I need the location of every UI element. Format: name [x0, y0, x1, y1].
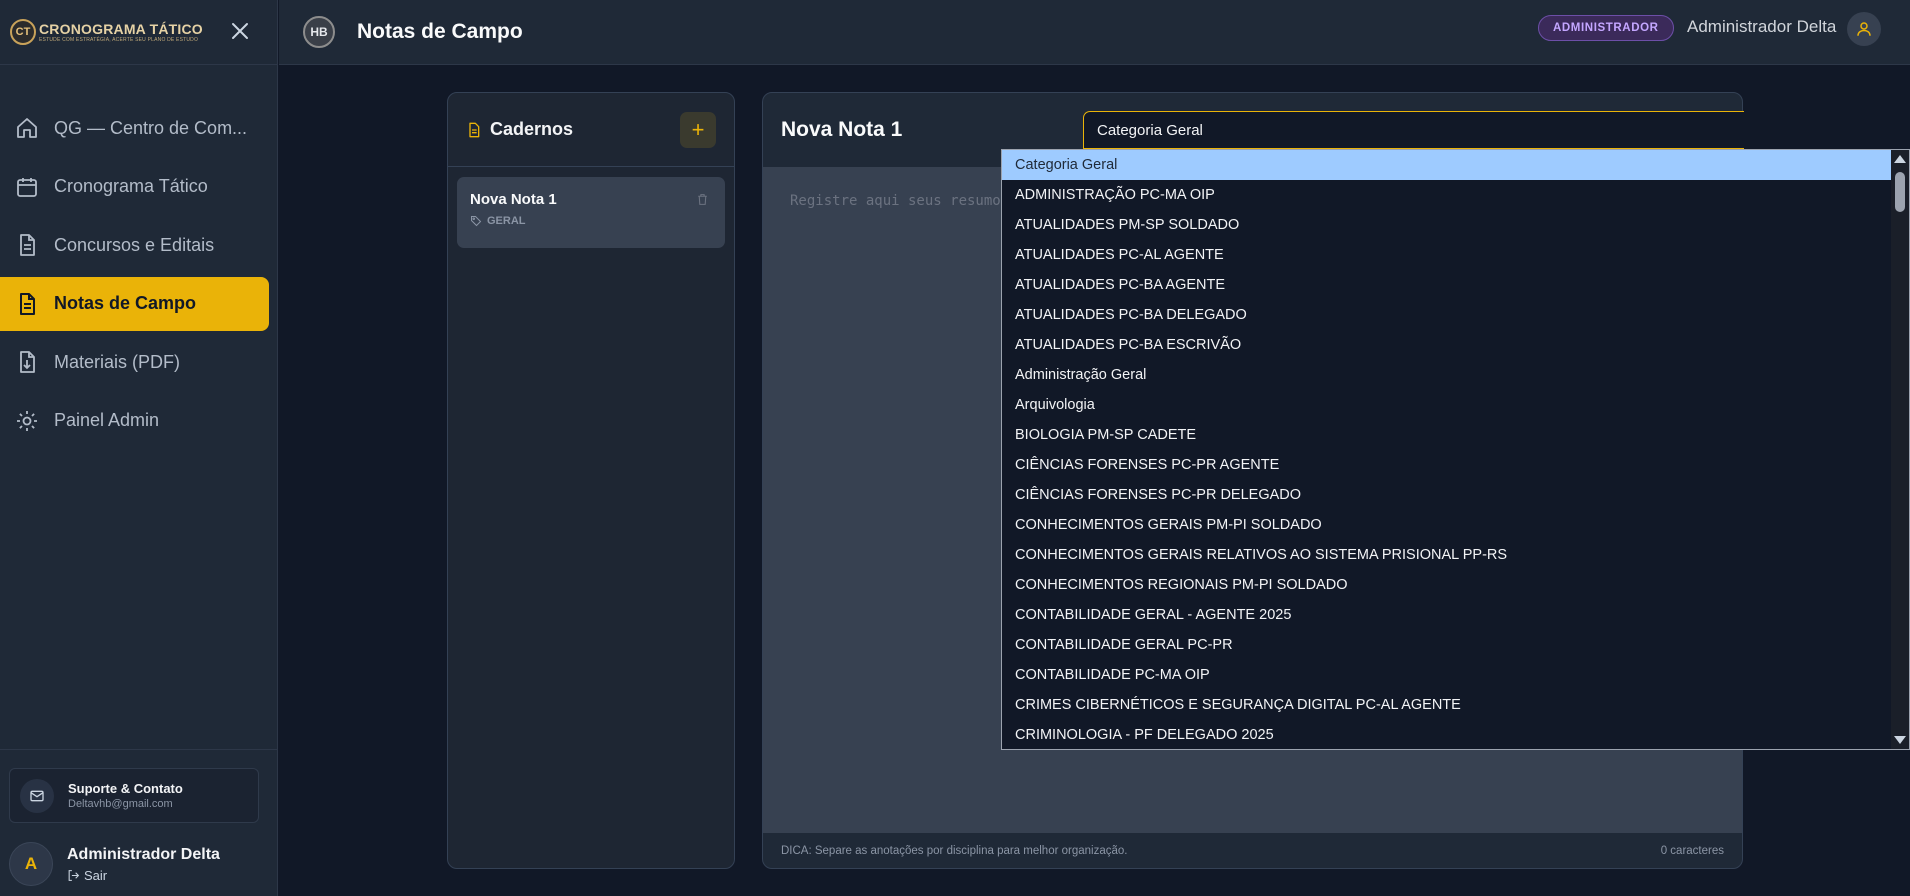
- support-title: Suporte & Contato: [68, 781, 183, 796]
- sidebar-item-label: QG — Centro de Com...: [54, 117, 248, 138]
- sidebar: CT CRONOGRAMA TÁTICO ESTUDE COM ESTRATÉG…: [0, 0, 278, 896]
- logout-button[interactable]: Sair: [67, 868, 220, 883]
- editor-footer: DICA: Separe as anotações por disciplina…: [763, 833, 1742, 868]
- dropdown-option[interactable]: ATUALIDADES PM-SP SOLDADO: [1002, 210, 1892, 240]
- close-icon: [232, 23, 248, 39]
- dropdown-option[interactable]: ATUALIDADES PC-BA ESCRIVÃO: [1002, 330, 1892, 360]
- close-sidebar-button[interactable]: [227, 18, 253, 44]
- dropdown-option[interactable]: ADMINISTRAÇÃO PC-MA OIP: [1002, 180, 1892, 210]
- scrollbar[interactable]: [1891, 150, 1909, 749]
- user-menu-button[interactable]: [1847, 12, 1881, 46]
- support-email: Deltavhb@gmail.com: [68, 798, 173, 810]
- dropdown-option[interactable]: Administração Geral: [1002, 360, 1892, 390]
- dropdown-option[interactable]: CIÊNCIAS FORENSES PC-PR AGENTE: [1002, 450, 1892, 480]
- sidebar-item-notas[interactable]: Notas de Campo: [0, 276, 269, 331]
- sidebar-item-label: Notas de Campo: [54, 293, 197, 313]
- page-title: Notas de Campo: [357, 20, 523, 43]
- category-select[interactable]: Categoria Geral: [1083, 111, 1744, 149]
- dropdown-option[interactable]: ATUALIDADES PC-BA DELEGADO: [1002, 300, 1892, 330]
- sidebar-item-admin[interactable]: Painel Admin: [0, 394, 269, 448]
- sidebar-item-label: Materiais (PDF): [54, 351, 181, 372]
- note-title: Nova Nota 1: [470, 191, 557, 208]
- document-icon: [14, 291, 40, 317]
- char-count: 0 caracteres: [1660, 844, 1724, 857]
- user-icon: [1857, 22, 1871, 36]
- dropdown-option[interactable]: BIOLOGIA PM-SP CADETE: [1002, 420, 1892, 450]
- header-logo: HB: [303, 16, 335, 48]
- sidebar-user: A Administrador Delta Sair: [9, 842, 220, 886]
- gear-icon: [14, 408, 40, 434]
- file-download-icon: [14, 349, 40, 375]
- sidebar-item-label: Cronograma Tático: [54, 176, 208, 196]
- dropdown-option[interactable]: CONTABILIDADE GERAL PC-PR: [1002, 630, 1892, 660]
- brand-logo: CT: [10, 19, 36, 45]
- logout-label: Sair: [84, 867, 108, 883]
- note-title-input[interactable]: Nova Nota 1: [781, 118, 902, 142]
- brand-title: CRONOGRAMA TÁTICO: [39, 21, 203, 37]
- header-user-name: Administrador Delta: [1687, 17, 1837, 36]
- notebook-icon: [469, 122, 480, 137]
- sidebar-item-label: Concursos e Editais: [54, 234, 215, 255]
- add-notebook-button[interactable]: +: [680, 112, 716, 148]
- home-icon: [14, 115, 40, 141]
- sidebar-item-concursos[interactable]: Concursos e Editais: [0, 218, 269, 272]
- dropdown-option[interactable]: CONTABILIDADE PC-MA OIP: [1002, 660, 1892, 690]
- notebooks-title: Cadernos: [490, 119, 574, 139]
- scroll-up-icon[interactable]: [1894, 155, 1906, 163]
- dropdown-option[interactable]: CRIMINOLOGIA - PF DELEGADO 2025: [1002, 720, 1892, 749]
- dropdown-option[interactable]: CRIMES CIBERNÉTICOS E SEGURANÇA DIGITAL …: [1002, 690, 1892, 720]
- sidebar-divider: [0, 749, 278, 750]
- delete-note-button[interactable]: [696, 193, 709, 211]
- dropdown-option[interactable]: Categoria Geral: [1002, 150, 1892, 180]
- mail-icon: [20, 778, 54, 813]
- sidebar-nav: QG — Centro de Com... Cronograma Tático …: [0, 65, 277, 448]
- category-dropdown-list: Categoria Geral ADMINISTRAÇÃO PC-MA OIP AT…: [1001, 149, 1910, 750]
- dropdown-option[interactable]: ATUALIDADES PC-AL AGENTE: [1002, 240, 1892, 270]
- tag-icon: [471, 216, 482, 227]
- tip-text: DICA: Separe as anotações por disciplina…: [781, 844, 1128, 857]
- trash-icon: [698, 194, 707, 205]
- dropdown-option[interactable]: ATUALIDADES PC-BA AGENTE: [1002, 270, 1892, 300]
- user-name: Administrador Delta: [67, 845, 220, 863]
- logout-icon: [68, 869, 80, 881]
- brand-subtitle: ESTUDE COM ESTRATÉGIA, ACERTE SEU PLANO …: [39, 37, 199, 43]
- sidebar-item-qg[interactable]: QG — Centro de Com...: [0, 101, 269, 155]
- document-icon: [14, 232, 40, 258]
- notebooks-panel: Cadernos + Nova Nota 1 GERAL: [447, 92, 735, 869]
- scrollbar-thumb[interactable]: [1895, 172, 1905, 212]
- note-tag: GERAL: [470, 215, 712, 227]
- notebooks-header: Cadernos +: [448, 93, 734, 167]
- note-tag-label: GERAL: [487, 215, 526, 227]
- list-item[interactable]: Nova Nota 1 GERAL: [457, 177, 725, 248]
- top-header: HB Notas de Campo ADMINISTRADOR Administ…: [279, 0, 1910, 65]
- avatar: A: [9, 842, 53, 886]
- dropdown-option[interactable]: Arquivologia: [1002, 390, 1892, 420]
- dropdown-option[interactable]: CONHECIMENTOS GERAIS PM-PI SOLDADO: [1002, 510, 1892, 540]
- sidebar-item-label: Painel Admin: [54, 410, 160, 430]
- role-badge: ADMINISTRADOR: [1538, 15, 1674, 41]
- dropdown-option[interactable]: CONHECIMENTOS REGIONAIS PM-PI SOLDADO: [1002, 570, 1892, 600]
- support-contact-card[interactable]: Suporte & Contato Deltavhb@gmail.com: [9, 768, 259, 823]
- sidebar-item-materiais[interactable]: Materiais (PDF): [0, 335, 269, 389]
- dropdown-option[interactable]: CIÊNCIAS FORENSES PC-PR DELEGADO: [1002, 480, 1892, 510]
- calendar-icon: [14, 174, 40, 200]
- dropdown-option[interactable]: CONTABILIDADE GERAL - AGENTE 2025: [1002, 600, 1892, 630]
- dropdown-option[interactable]: CONHECIMENTOS GERAIS RELATIVOS AO SISTEM…: [1002, 540, 1892, 570]
- scroll-down-icon[interactable]: [1894, 736, 1906, 744]
- sidebar-item-cronograma[interactable]: Cronograma Tático: [0, 160, 269, 214]
- brand: CT CRONOGRAMA TÁTICO ESTUDE COM ESTRATÉG…: [0, 0, 277, 65]
